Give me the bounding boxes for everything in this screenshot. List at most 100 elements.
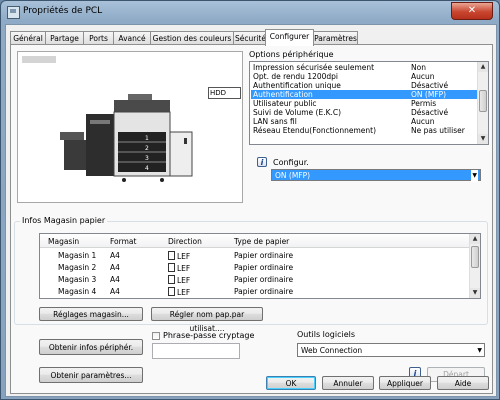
printer-app-icon	[7, 6, 20, 19]
device-option-value: ON (MFP)	[411, 90, 447, 99]
title-bar[interactable]: Propriétés de PCL ✕	[1, 1, 499, 23]
device-option-name: LAN sans fil	[253, 117, 297, 126]
apply-button[interactable]: Appliquer	[379, 376, 431, 390]
device-option-row[interactable]: Suivi de Volume (E.K.C) Désactivé	[251, 108, 477, 117]
configure-value: ON (MFP)	[275, 171, 311, 180]
left-tray	[60, 132, 84, 140]
page-orientation-icon	[168, 251, 175, 260]
device-option-row[interactable]: Opt. de rendu 1200dpi Aucun	[251, 72, 477, 81]
header-direction[interactable]: Direction	[168, 237, 202, 246]
blurred-model-label	[22, 56, 56, 63]
scroll-thumb[interactable]	[479, 90, 487, 112]
device-options-scrollbar[interactable]: ▲ ▼	[477, 62, 488, 144]
device-option-name: Authentification	[253, 90, 313, 99]
device-option-row[interactable]: Réseau Etendu(Fonctionnement) Ne pas util…	[251, 126, 477, 135]
tray-number-1: 1	[145, 135, 149, 142]
header-paper-type[interactable]: Type de papier	[234, 237, 289, 246]
table-row[interactable]: Magasin 4 A4 LEF Papier ordinaire	[40, 286, 468, 297]
direction-cell: LEF	[168, 263, 190, 273]
configure-tab-page: HDD 1 2 3 4 Options périphérique Impress…	[10, 44, 493, 394]
header-format[interactable]: Format	[110, 237, 136, 246]
table-header: Magasin Format Direction Type de papier	[40, 234, 470, 248]
paper-type-cell: Papier ordinaire	[234, 251, 294, 260]
scroll-thumb[interactable]	[471, 246, 479, 268]
tray-number-3: 3	[145, 155, 149, 162]
tab-advanced[interactable]: Avancé	[113, 31, 151, 45]
configure-dropdown[interactable]: ON (MFP) ▼	[271, 169, 481, 182]
direction-text: LEF	[177, 252, 191, 261]
scroll-down-arrow-icon[interactable]: ▼	[470, 288, 480, 298]
device-options-title: Options périphérique	[249, 50, 334, 59]
software-tools-value: Web Connection	[301, 346, 363, 355]
device-options-list[interactable]: Impression sécurisée seulement Non Opt. de…	[249, 61, 489, 145]
direction-text: LEF	[177, 264, 191, 273]
table-row[interactable]: Magasin 1 A4 LEF Papier ordinaire	[40, 250, 468, 261]
printer-preview: HDD 1 2 3 4	[17, 51, 243, 203]
cancel-button[interactable]: Annuler	[322, 376, 374, 390]
paper-type-cell: Papier ordinaire	[234, 287, 294, 296]
device-option-value: Ne pas utiliser	[411, 126, 465, 135]
software-tools-dropdown[interactable]: Web Connection ▼	[297, 343, 485, 357]
ok-button[interactable]: OK	[266, 376, 316, 390]
passphrase-input[interactable]	[152, 343, 240, 359]
device-option-row[interactable]: Authentification unique Désactivé	[251, 81, 477, 90]
tab-settings[interactable]: Paramètres	[313, 31, 358, 45]
format-cell: A4	[110, 275, 120, 284]
format-cell: A4	[110, 251, 120, 260]
header-tray[interactable]: Magasin	[48, 237, 79, 246]
scanner-unit	[114, 100, 170, 112]
paper-tray-table[interactable]: Magasin Format Direction Type de papier …	[39, 233, 481, 299]
configure-label: Configur.	[273, 158, 309, 167]
left-finisher	[64, 140, 86, 170]
format-cell: A4	[110, 263, 120, 272]
tray-cell: Magasin 2	[58, 263, 97, 272]
tab-ports[interactable]: Ports	[83, 31, 114, 45]
direction-cell: LEF	[168, 287, 190, 297]
close-button[interactable]: ✕	[451, 2, 493, 20]
table-row[interactable]: Magasin 3 A4 LEF Papier ordinaire	[40, 274, 468, 285]
paper-type-cell: Papier ordinaire	[234, 263, 294, 272]
chevron-down-icon[interactable]: ▼	[477, 344, 482, 358]
device-option-value: Désactivé	[411, 81, 449, 90]
info-icon[interactable]: i	[257, 157, 267, 167]
direction-text: LEF	[177, 288, 191, 297]
table-row[interactable]: Magasin 2 A4 LEF Papier ordinaire	[40, 262, 468, 273]
scroll-down-arrow-icon[interactable]: ▼	[478, 134, 488, 144]
device-option-row[interactable]: Impression sécurisée seulement Non	[251, 63, 477, 72]
tray-table-scrollbar[interactable]: ▲ ▼	[469, 234, 480, 298]
passphrase-label: Phrase-passe cryptage	[163, 331, 255, 340]
scroll-up-arrow-icon[interactable]: ▲	[478, 62, 488, 72]
tray-cell: Magasin 1	[58, 251, 97, 260]
dialog-window: Propriétés de PCL ✕ Général Partage Port…	[0, 0, 500, 400]
device-option-value: Aucun	[411, 117, 435, 126]
tab-configure[interactable]: Configurer	[265, 29, 314, 46]
device-option-row[interactable]: Authentification ON (MFP)	[251, 90, 477, 99]
tab-sharing[interactable]: Partage	[45, 31, 84, 45]
tab-general[interactable]: Général	[10, 31, 46, 45]
paper-name-settings-button[interactable]: Régler nom pap.par utilisat....	[151, 307, 263, 333]
page-orientation-icon	[168, 287, 175, 296]
tray-cell: Magasin 3	[58, 275, 97, 284]
device-option-name: Utilisateur public	[253, 99, 317, 108]
device-option-value: Désactivé	[411, 108, 449, 117]
get-device-info-button[interactable]: Obtenir infos périphér.	[39, 339, 143, 355]
tab-security[interactable]: Sécurité	[233, 31, 268, 45]
tab-color-management[interactable]: Gestion des couleurs	[150, 31, 234, 45]
device-option-name: Opt. de rendu 1200dpi	[253, 72, 339, 81]
help-button[interactable]: Aide	[437, 376, 489, 390]
large-capacity-unit	[169, 131, 193, 177]
chevron-down-icon[interactable]: ▼	[471, 170, 478, 182]
get-settings-button[interactable]: Obtenir paramètres...	[39, 367, 143, 383]
passphrase-checkbox[interactable]	[152, 332, 160, 340]
scroll-up-arrow-icon[interactable]: ▲	[470, 234, 480, 244]
direction-cell: LEF	[168, 275, 190, 285]
tray-settings-button[interactable]: Réglages magasin...	[39, 307, 143, 321]
tray-cell: Magasin 4	[58, 287, 97, 296]
device-option-row[interactable]: LAN sans fil Aucun	[251, 117, 477, 126]
device-option-value: Non	[411, 63, 426, 72]
device-option-value: Permis	[411, 99, 437, 108]
device-option-name: Suivi de Volume (E.K.C)	[253, 108, 342, 117]
device-option-name: Impression sécurisée seulement	[253, 63, 375, 72]
device-option-row[interactable]: Utilisateur public Permis	[251, 99, 477, 108]
device-option-name: Réseau Etendu(Fonctionnement)	[253, 126, 377, 135]
